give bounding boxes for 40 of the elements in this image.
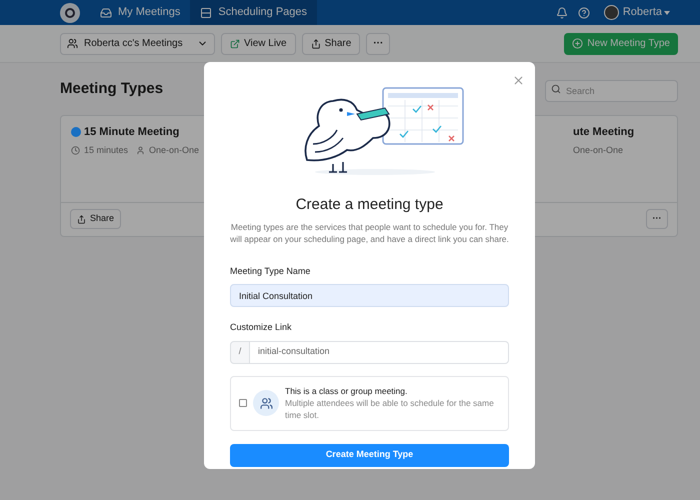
option-title: This is a class or group meeting.	[285, 385, 408, 397]
meeting-kind-text: One-on-One	[573, 144, 624, 157]
nav-tab[interactable]: Scheduling Pages	[190, 0, 318, 25]
plus-icon	[572, 38, 584, 49]
link-input-field[interactable]: initial-consultation	[250, 340, 509, 364]
pages-icon	[200, 6, 212, 18]
inbox-icon	[100, 6, 112, 18]
people-icon	[67, 38, 78, 49]
field-label: Meeting Type Name	[230, 264, 312, 278]
view-live-button[interactable]: View Live	[221, 32, 296, 54]
option-description: Multiple attendees will be able to schedule for the same time slot.	[285, 397, 495, 421]
link-prefix: /	[230, 340, 250, 364]
avatar[interactable]	[604, 5, 619, 20]
card-title: ute Meeting	[573, 124, 636, 140]
meeting-kind-text: One-on-One	[149, 144, 200, 157]
clock-icon	[71, 146, 80, 156]
logo-icon[interactable]	[60, 2, 80, 22]
share-icon	[310, 38, 321, 48]
group-meeting-checkbox[interactable]	[239, 399, 247, 407]
user-menu[interactable]: Roberta	[622, 4, 670, 21]
search-icon	[551, 84, 561, 94]
close-icon[interactable]	[512, 74, 525, 87]
field-label: Customize Link	[230, 321, 293, 334]
card-more-button[interactable]: ···	[646, 209, 668, 229]
search-field[interactable]: Search	[545, 80, 678, 102]
notification-bell-icon[interactable]	[556, 6, 568, 18]
help-icon[interactable]	[578, 6, 590, 18]
page-heading: Meeting Types	[60, 79, 164, 99]
share-icon	[77, 214, 86, 224]
person-icon	[136, 146, 146, 156]
card-title: 15 Minute Meeting	[84, 124, 180, 140]
page-select[interactable]: Roberta cc's Meetings	[60, 32, 215, 54]
card-share-button[interactable]: Share	[70, 209, 122, 229]
more-button[interactable]: ···	[366, 32, 390, 54]
external-link-icon	[230, 38, 240, 48]
duration-text: 15 minutes	[84, 144, 128, 157]
meeting-name-input[interactable]: Initial Consultation	[230, 284, 509, 307]
group-people-icon	[253, 390, 279, 416]
share-button[interactable]: Share	[302, 32, 360, 54]
caret-icon	[664, 10, 670, 14]
